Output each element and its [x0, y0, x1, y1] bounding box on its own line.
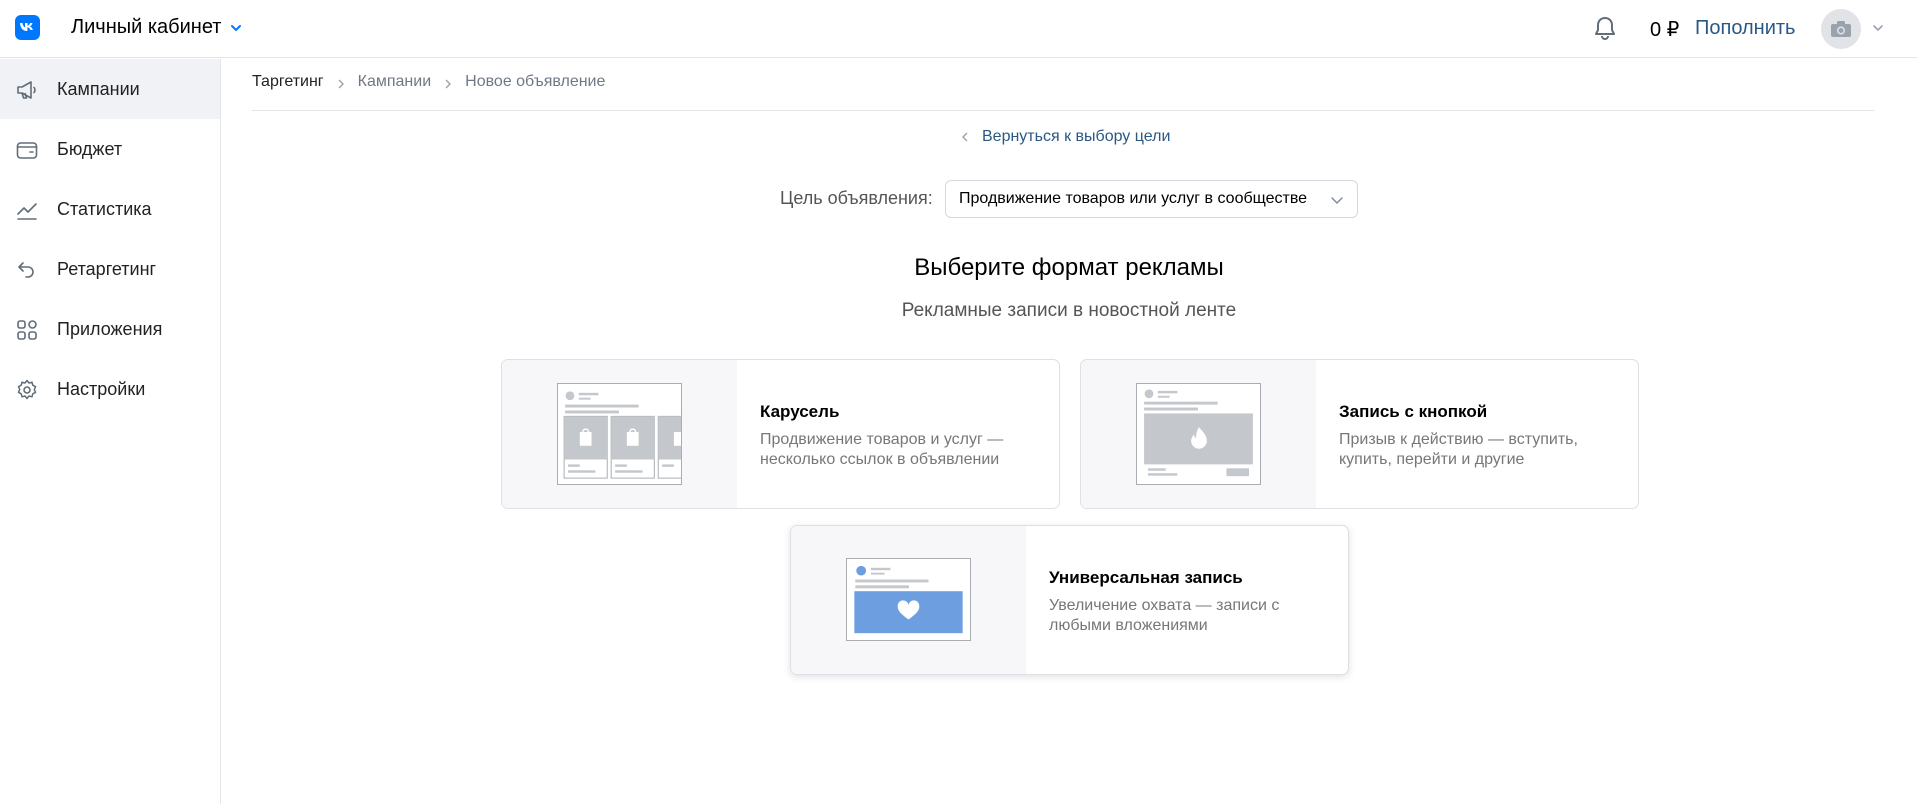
goal-select[interactable]: Продвижение товаров или услуг в сообщест…	[945, 180, 1358, 218]
sidebar-item-campaigns[interactable]: Кампании	[0, 59, 220, 119]
card-preview	[502, 360, 737, 508]
card-title: Запись с кнопкой	[1339, 402, 1488, 421]
section-subtitle: Рекламные записи в новостной ленте	[901, 300, 1237, 321]
breadcrumb: Таргетинг Кампании Новое объявление	[252, 73, 605, 91]
carousel-preview-icon	[557, 383, 682, 485]
format-card-universal-post[interactable]: Универсальная запись Увеличение охвата —…	[790, 525, 1349, 675]
gear-icon	[17, 379, 37, 400]
button-post-preview-icon	[1136, 383, 1261, 485]
format-card-carousel[interactable]: Карусель Продвижение товаров и услуг — н…	[501, 359, 1060, 509]
back-link-label: Вернуться к выбору цели	[982, 128, 1171, 145]
sidebar-item-label: Настройки	[57, 378, 146, 399]
sidebar: Кампании Бюджет Статистика Ретаргетинг П…	[0, 59, 221, 804]
sidebar-item-statistics[interactable]: Статистика	[0, 179, 220, 239]
goal-select-value: Продвижение товаров или услуг в сообщест…	[959, 190, 1308, 207]
sidebar-item-budget[interactable]: Бюджет	[0, 119, 220, 179]
vk-logo-icon[interactable]	[15, 15, 40, 40]
top-bar: Личный кабинет 0 ₽ Пополнить	[0, 0, 1917, 58]
card-description: Продвижение товаров и услуг — несколько …	[760, 431, 1004, 468]
universal-post-preview-icon	[846, 558, 971, 641]
card-description: Призыв к действию — вступить, купить, пе…	[1339, 431, 1578, 468]
chevron-left-icon	[962, 132, 968, 142]
card-title: Универсальная запись	[1049, 568, 1243, 587]
chevron-down-icon	[231, 24, 242, 31]
balance-value: 0 ₽	[1650, 19, 1680, 41]
card-title: Карусель	[760, 402, 840, 421]
bell-icon[interactable]	[1592, 15, 1618, 41]
breadcrumb-item[interactable]: Кампании	[358, 73, 432, 91]
back-to-goal-link[interactable]: Вернуться к выбору цели	[960, 128, 1170, 146]
account-switcher[interactable]: Личный кабинет	[71, 16, 243, 39]
chevron-down-icon[interactable]	[1870, 20, 1886, 36]
breadcrumb-item: Новое объявление	[465, 73, 606, 90]
megaphone-icon	[17, 81, 36, 99]
sidebar-item-label: Кампании	[57, 78, 140, 99]
chart-icon	[17, 203, 37, 220]
sidebar-item-label: Бюджет	[57, 138, 123, 159]
app-title: Личный кабинет	[71, 16, 222, 38]
chevron-right-icon	[445, 79, 452, 89]
divider	[252, 110, 1874, 111]
card-preview	[1081, 360, 1316, 508]
page-title: Выберите формат рекламы	[914, 254, 1224, 281]
card-preview	[791, 526, 1026, 674]
sidebar-item-settings[interactable]: Настройки	[0, 359, 220, 419]
format-card-button-post[interactable]: Запись с кнопкой Призыв к действию — вст…	[1080, 359, 1639, 509]
wallet-icon	[16, 142, 38, 159]
card-description: Увеличение охвата — записи с любыми влож…	[1049, 597, 1280, 634]
avatar[interactable]	[1821, 9, 1861, 49]
topup-link[interactable]: Пополнить	[1695, 17, 1795, 40]
sidebar-item-label: Статистика	[57, 198, 152, 219]
camera-icon	[1831, 21, 1851, 37]
chevron-right-icon	[338, 79, 344, 89]
breadcrumb-item[interactable]: Таргетинг	[252, 73, 324, 91]
chevron-down-icon	[1331, 197, 1343, 205]
goal-label: Цель объявления:	[780, 188, 933, 208]
